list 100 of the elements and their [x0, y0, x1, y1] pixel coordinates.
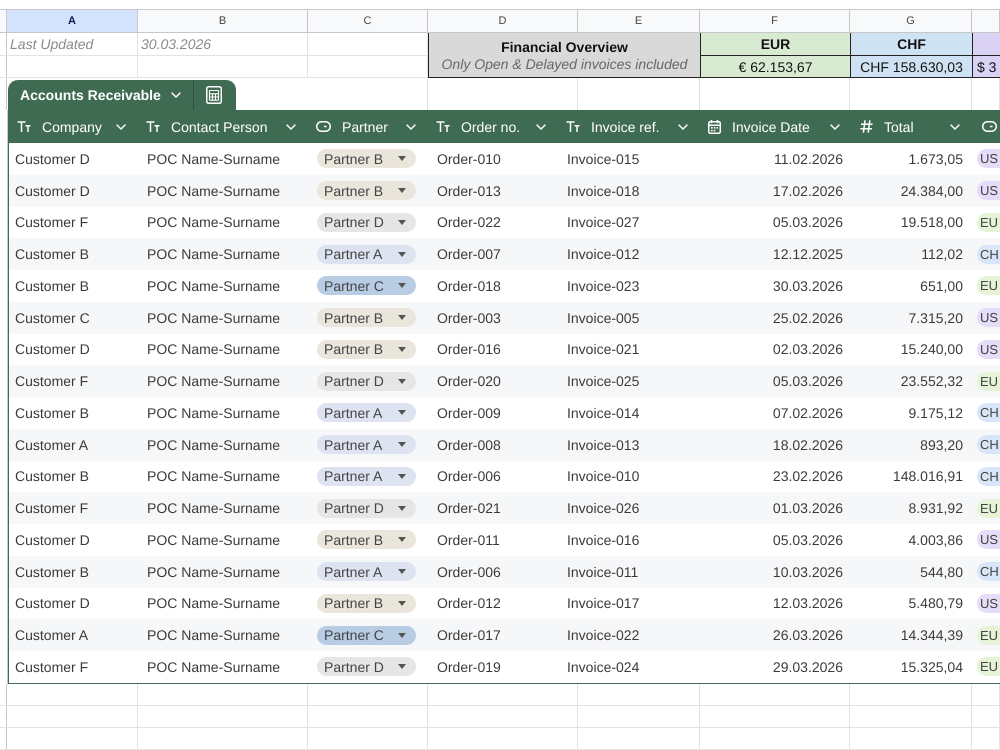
table-cell-text: Invoice-017: [566, 594, 640, 614]
table-cell-text: Invoice-014: [566, 404, 640, 423]
table-cell-text: 18.02.2026: [772, 436, 844, 455]
partner-dropdown[interactable]: Partner B: [317, 149, 416, 168]
currency-tag: US: [977, 308, 1000, 328]
partner-dropdown[interactable]: Partner D: [317, 212, 416, 232]
currency-heading: CHF: [850, 33, 972, 56]
table-cell-text: Order-020: [436, 372, 502, 392]
chevron-down-icon: [116, 124, 126, 130]
table-cell-text: Order-018: [436, 276, 502, 296]
partner-dropdown[interactable]: Partner A: [317, 244, 416, 264]
partner-dropdown[interactable]: Partner B: [317, 594, 416, 613]
partner-dropdown[interactable]: Partner B: [317, 530, 416, 550]
table-cell-text: 17.02.2026: [772, 182, 844, 201]
column-header[interactable]: Invoice ref.: [558, 110, 700, 143]
column-header[interactable]: Order no.: [428, 110, 558, 143]
table-cell-text: 15.240,00: [900, 340, 964, 360]
caret-icon: [398, 188, 406, 194]
caret-icon: [398, 346, 406, 352]
table-cell-text: Invoice-005: [566, 308, 640, 328]
table-cell-text: 23.552,32: [900, 372, 964, 392]
column-letter[interactable]: C: [308, 10, 428, 32]
table-cell-text: Invoice-013: [566, 436, 640, 455]
table-cell-text: POC Name-Surname: [146, 499, 282, 518]
column-letter[interactable]: D: [428, 10, 578, 32]
table-cell-text: Invoice-012: [566, 245, 640, 264]
table-cell-text: 544,80: [919, 562, 964, 582]
currency-tag: CH: [977, 466, 1000, 486]
table-cell-text: Customer D: [14, 340, 91, 360]
last-updated-label: Last Updated: [7, 33, 138, 55]
table-cell-text: POC Name-Surname: [146, 372, 282, 392]
chevron-down-icon: [830, 124, 840, 130]
table-cell-text: Order-021: [436, 499, 502, 518]
caret-icon: [398, 156, 406, 162]
currency-total: $ 3: [972, 56, 1000, 78]
currency-tag: CH: [977, 403, 1000, 422]
chevron-down-icon: [406, 124, 416, 130]
table-cell-text: 12.03.2026: [772, 594, 844, 614]
calendar-icon: [708, 120, 721, 134]
column-letter[interactable]: F: [700, 10, 850, 32]
table-cell-text: Invoice-025: [566, 372, 640, 392]
column-letter[interactable]: B: [138, 10, 308, 32]
table-cell-text: Order-019: [436, 658, 502, 677]
column-letter[interactable]: A: [7, 10, 138, 32]
table-cell-text: 25.02.2026: [772, 308, 844, 328]
column-letter[interactable]: E: [578, 10, 700, 32]
column-header[interactable]: Partner: [308, 110, 428, 143]
table-cell-text: 4.003,86: [908, 530, 964, 550]
caret-icon: [398, 600, 406, 606]
caret-icon: [398, 474, 406, 479]
table-cell-text: POC Name-Surname: [146, 436, 282, 455]
partner-dropdown[interactable]: Partner C: [317, 626, 416, 645]
table-grid-icon: [206, 86, 222, 104]
partner-dropdown[interactable]: Partner A: [317, 562, 416, 582]
last-updated-date: 30.03.2026: [138, 33, 308, 55]
currency-tag: CH: [977, 435, 1000, 454]
column-header[interactable]: Total: [852, 110, 972, 143]
partner-dropdown[interactable]: Partner B: [317, 340, 416, 359]
partner-dropdown[interactable]: Partner A: [317, 466, 416, 486]
table-cell-text: POC Name-Surname: [146, 594, 282, 614]
table-cell-text: Invoice-016: [566, 530, 640, 550]
currency-tag: EU: [977, 657, 1000, 676]
partner-dropdown[interactable]: Partner D: [317, 657, 416, 676]
currency-total: € 62.153,67: [700, 56, 850, 78]
partner-dropdown[interactable]: Partner C: [317, 276, 416, 296]
table-cell-text: 23.02.2026: [772, 467, 844, 486]
partner-dropdown[interactable]: Partner D: [317, 372, 416, 391]
partner-dropdown[interactable]: Partner A: [317, 403, 416, 422]
currency-tag: US: [977, 594, 1000, 613]
table-cell-text: Order-016: [436, 340, 502, 360]
currency-tag: CH: [977, 562, 1000, 582]
table-cell-text: POC Name-Surname: [146, 213, 282, 232]
chevron-down-icon: [286, 124, 296, 130]
table-cell-text: Customer D: [14, 150, 91, 169]
text-type-icon: [146, 121, 160, 132]
column-header[interactable]: Contact Person: [138, 110, 308, 143]
partner-dropdown[interactable]: Partner B: [317, 308, 416, 328]
table-cell-text: Order-012: [436, 594, 502, 614]
table-cell-text: Order-017: [436, 626, 502, 646]
table-cell-text: Order-011: [436, 530, 501, 550]
partner-dropdown[interactable]: Partner B: [317, 181, 416, 200]
column-header[interactable]: Invoice Date: [700, 110, 852, 143]
partner-dropdown[interactable]: Partner A: [317, 435, 416, 454]
column-header[interactable]: Company: [9, 110, 138, 143]
table-cell-text: 30.03.2026: [772, 276, 844, 296]
currency-tag: EU: [977, 626, 1000, 645]
partner-dropdown[interactable]: Partner D: [317, 498, 416, 518]
table-cell-text: Customer B: [14, 467, 90, 486]
table-cell-text: Customer F: [14, 658, 90, 677]
table-cell-text: Invoice-018: [566, 182, 640, 201]
column-letter[interactable]: G: [850, 10, 972, 32]
table-cell-text: Customer F: [14, 213, 90, 232]
currency-tag: EU: [977, 276, 1000, 296]
table-name-button[interactable]: Accounts Receivable: [8, 80, 193, 110]
table-cell-text: 05.03.2026: [772, 530, 844, 550]
table-cell-text: Customer D: [14, 182, 91, 201]
table-cell-text: Order-013: [436, 182, 502, 201]
table-cell-text: POC Name-Surname: [146, 182, 282, 201]
table-cell-text: 05.03.2026: [772, 213, 844, 232]
table-cell-text: POC Name-Surname: [146, 245, 282, 264]
